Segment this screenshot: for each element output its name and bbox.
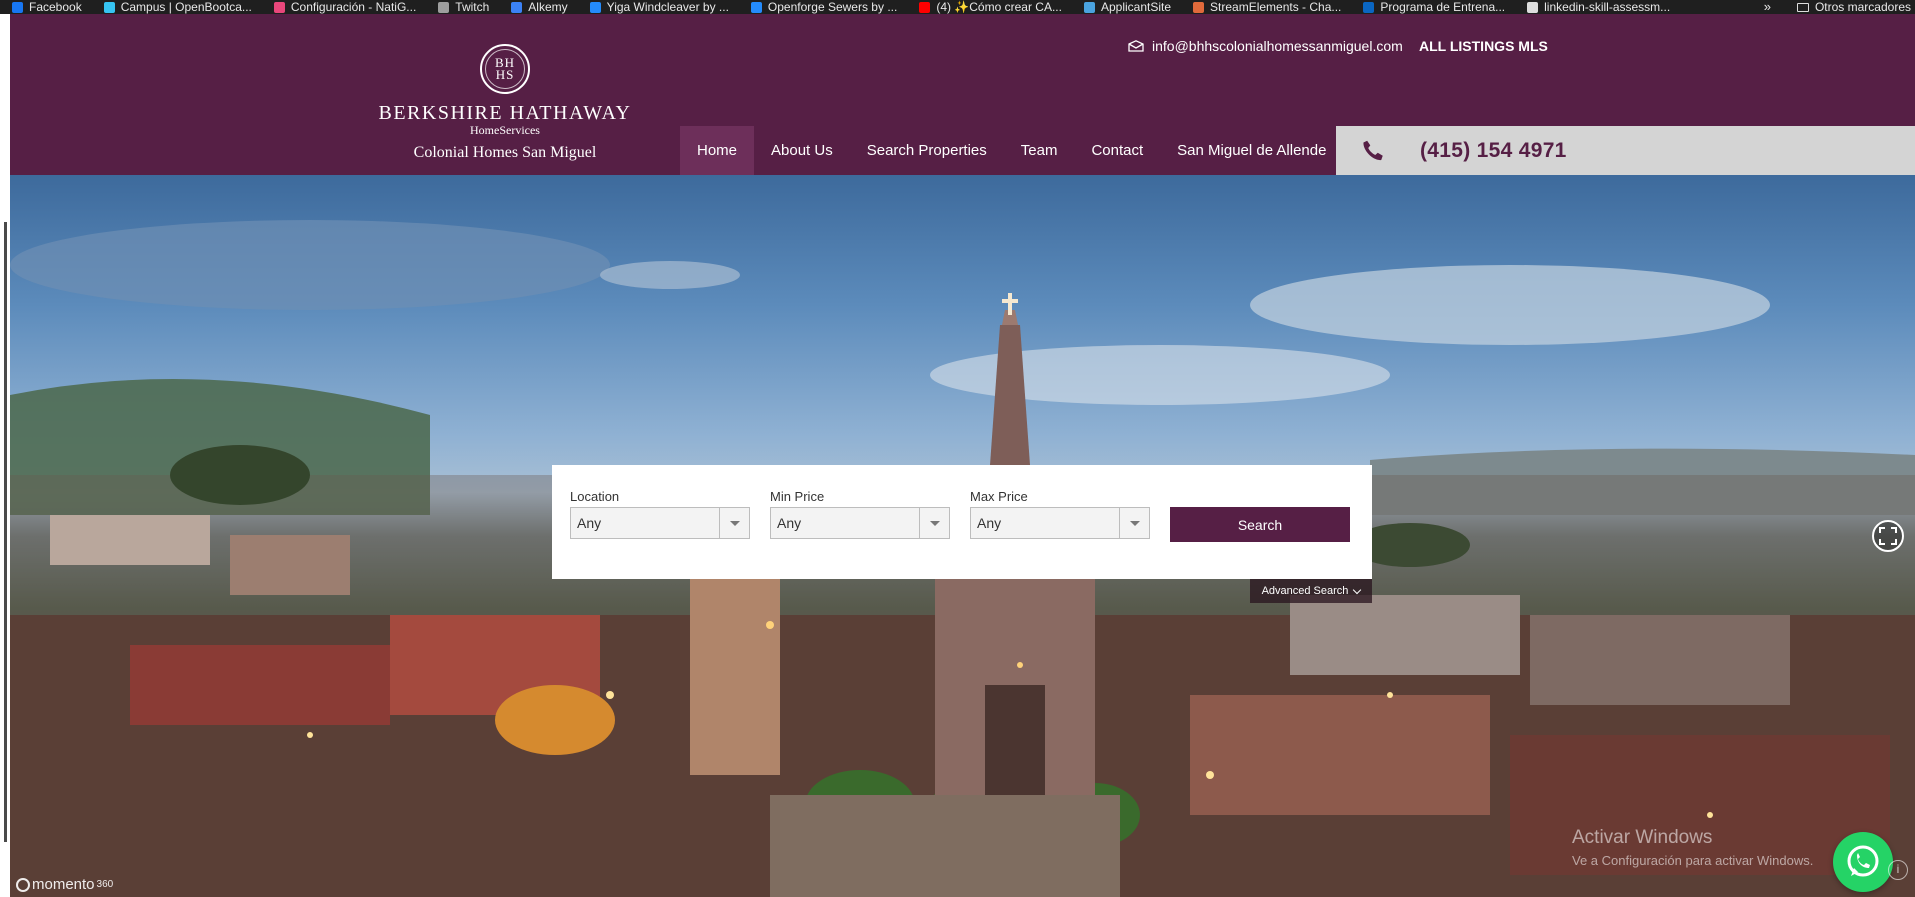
- other-bookmarks-label: Otros marcadores: [1814, 0, 1911, 14]
- chevron-down-icon: [1353, 585, 1362, 594]
- window-edge-line: [4, 222, 7, 842]
- email-link[interactable]: info@bhhscolonialhomessanmiguel.com: [1128, 34, 1403, 58]
- min-price-field: Min Price Any: [770, 487, 950, 579]
- nav-san-miguel[interactable]: San Miguel de Allende: [1160, 126, 1343, 175]
- min-price-value: Any: [777, 515, 802, 531]
- location-select[interactable]: Any: [570, 507, 750, 539]
- email-text: info@bhhscolonialhomessanmiguel.com: [1152, 38, 1403, 54]
- other-bookmarks-folder[interactable]: Otros marcadores: [1785, 0, 1915, 14]
- property-search-form: Location Any Min Price Any Max Price Any…: [552, 465, 1372, 579]
- brand-office: Colonial Homes San Miguel: [413, 144, 597, 161]
- momento-brand: momento: [32, 876, 95, 893]
- all-listings-link[interactable]: ALL LISTINGS MLS: [1419, 34, 1548, 58]
- expand-icon: [1879, 527, 1897, 545]
- bookmark-item[interactable]: Yiga Windcleaver by ...: [578, 0, 739, 14]
- brand-subtitle: HomeServices: [470, 123, 540, 137]
- whatsapp-button[interactable]: [1833, 832, 1893, 892]
- activate-subtitle: Ve a Configuración para activar Windows.: [1572, 853, 1814, 868]
- thingiverse-icon: [750, 1, 762, 13]
- globe-icon: [438, 1, 450, 13]
- alkemy-icon: [511, 1, 523, 13]
- location-field: Location Any: [570, 487, 750, 579]
- hero-panorama[interactable]: Location Any Min Price Any Max Price Any…: [10, 175, 1915, 897]
- advanced-search-toggle[interactable]: Advanced Search: [1250, 579, 1372, 603]
- bookmark-item[interactable]: Campus | OpenBootca...: [92, 0, 262, 14]
- site-header: BH HS BERKSHIRE HATHAWAY HomeServices Co…: [10, 14, 1915, 175]
- min-price-dropdown-icon[interactable]: [919, 508, 949, 538]
- activate-title: Activar Windows: [1572, 827, 1713, 848]
- bookmark-item[interactable]: StreamElements - Cha...: [1181, 0, 1351, 14]
- bookmark-label: Facebook: [29, 0, 82, 14]
- max-price-dropdown-icon[interactable]: [1119, 508, 1149, 538]
- nav-search-properties[interactable]: Search Properties: [850, 126, 1004, 175]
- more-bookmarks-icon[interactable]: »: [1750, 0, 1785, 14]
- envelope-icon: [1128, 40, 1144, 52]
- bookmark-label: Yiga Windcleaver by ...: [606, 0, 729, 14]
- bookmark-item[interactable]: Alkemy: [499, 0, 577, 14]
- fullscreen-button[interactable]: [1872, 520, 1904, 552]
- location-value: Any: [577, 515, 602, 531]
- advanced-search-label: Advanced Search: [1261, 585, 1349, 597]
- bookmark-item[interactable]: Openforge Sewers by ...: [739, 0, 907, 14]
- momento-suffix: 360: [96, 879, 114, 890]
- bookmark-label: (4) ✨Cómo crear CA...: [936, 0, 1062, 14]
- momento360-logo[interactable]: momento 360: [16, 876, 113, 893]
- streamelements-icon: [1193, 1, 1205, 13]
- nav-contact[interactable]: Contact: [1074, 126, 1160, 175]
- search-button[interactable]: Search: [1170, 507, 1350, 542]
- max-price-field: Max Price Any: [970, 487, 1150, 579]
- folder-icon: [1796, 2, 1809, 12]
- bookmark-label: Alkemy: [528, 0, 568, 14]
- bhhs-seal-icon: BH HS: [480, 44, 530, 94]
- bookmark-item[interactable]: Configuración - NatiG...: [262, 0, 426, 14]
- github-icon: [1527, 1, 1539, 13]
- phone-icon: [1363, 140, 1383, 160]
- bookmark-item[interactable]: Programa de Entrena...: [1351, 0, 1515, 14]
- bookmark-item[interactable]: Facebook: [0, 0, 92, 14]
- youtube-icon: [919, 1, 931, 13]
- bookmark-label: StreamElements - Cha...: [1210, 0, 1342, 14]
- momento-ring-icon: [16, 877, 30, 892]
- facebook-icon: [12, 1, 23, 13]
- max-price-label: Max Price: [970, 489, 1028, 504]
- max-price-value: Any: [977, 515, 1002, 531]
- nav-about-us[interactable]: About Us: [754, 126, 850, 175]
- main-nav: Home About Us Search Properties Team Con…: [680, 126, 1343, 175]
- min-price-select[interactable]: Any: [770, 507, 950, 539]
- min-price-label: Min Price: [770, 489, 825, 504]
- campus-icon: [103, 1, 115, 13]
- bookmark-label: Campus | OpenBootca...: [120, 0, 252, 14]
- brand-logo[interactable]: BH HS BERKSHIRE HATHAWAY HomeServices Co…: [375, 44, 635, 162]
- location-label: Location: [570, 489, 620, 504]
- bookmarks-bar: Facebook Campus | OpenBootca... Configurac…: [0, 0, 1915, 14]
- natig-icon: [273, 1, 285, 13]
- bookmark-label: ApplicantSite: [1100, 0, 1172, 14]
- bookmark-item[interactable]: ApplicantSite: [1072, 0, 1181, 14]
- bookmark-label: Configuración - NatiG...: [290, 0, 417, 14]
- nav-home[interactable]: Home: [680, 126, 755, 175]
- bookmark-item[interactable]: linkedin-skill-assessm...: [1515, 0, 1680, 14]
- bookmark-label: Programa de Entrena...: [1380, 0, 1506, 14]
- linkedin-icon: [1363, 1, 1375, 13]
- location-dropdown-icon[interactable]: [719, 508, 749, 538]
- bookmark-label: Twitch: [455, 0, 490, 14]
- bookmarks-list: Facebook Campus | OpenBootca... Configurac…: [0, 0, 1680, 14]
- bookmark-item[interactable]: Twitch: [426, 0, 499, 14]
- phone-number: (415) 154 4971: [1420, 138, 1567, 162]
- applicantsite-icon: [1083, 1, 1095, 13]
- bookmark-item[interactable]: (4) ✨Cómo crear CA...: [907, 0, 1072, 14]
- windows-activation-watermark: Activar Windows Ve a Configuración para …: [1572, 827, 1813, 868]
- phone-box[interactable]: (415) 154 4971: [1336, 126, 1915, 175]
- max-price-select[interactable]: Any: [970, 507, 1150, 539]
- brand-name: BERKSHIRE HATHAWAY: [378, 102, 632, 124]
- nav-team[interactable]: Team: [1004, 126, 1075, 175]
- thingiverse-icon: [589, 1, 601, 13]
- whatsapp-icon: [1847, 845, 1879, 877]
- bookmark-label: Openforge Sewers by ...: [767, 0, 898, 14]
- seal-text-bottom: HS: [495, 67, 515, 82]
- bookmark-label: linkedin-skill-assessm...: [1544, 0, 1671, 14]
- info-icon[interactable]: i: [1888, 860, 1908, 880]
- window-edge: [0, 14, 10, 897]
